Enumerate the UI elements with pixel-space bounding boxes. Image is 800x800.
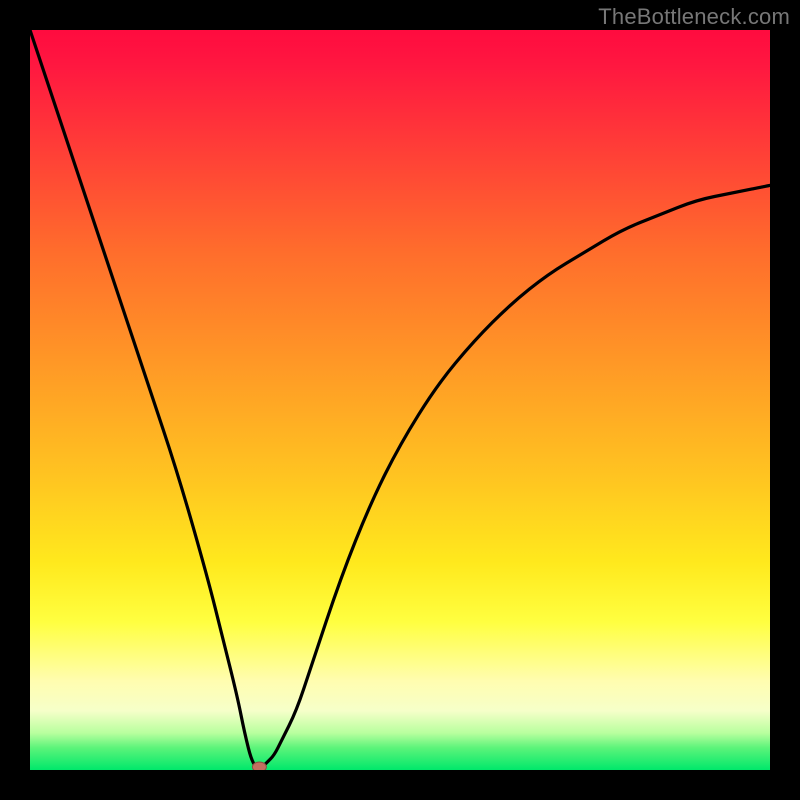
bottleneck-curve: [30, 30, 770, 768]
plot-area: [30, 30, 770, 770]
watermark-text: TheBottleneck.com: [598, 4, 790, 30]
min-point-marker: [252, 762, 266, 770]
chart-frame: TheBottleneck.com: [0, 0, 800, 800]
curve-layer: [30, 30, 770, 770]
